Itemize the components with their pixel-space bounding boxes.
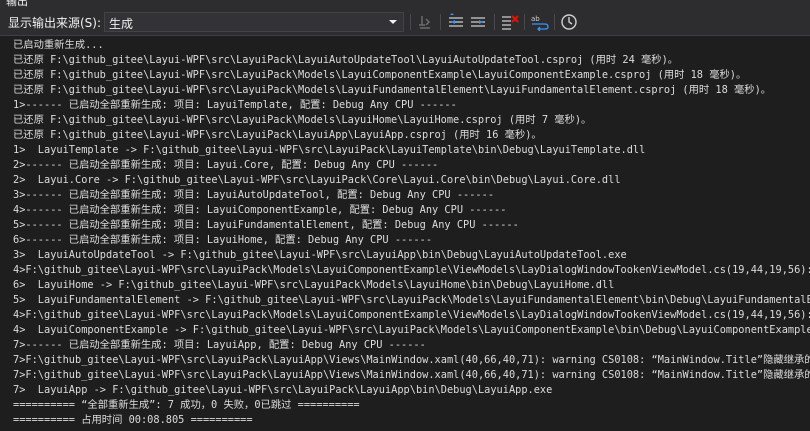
output-line: 6>------ 已启动全部重新生成: 项目: LayuiHome, 配置: D… (13, 234, 433, 246)
chevron-down-icon (389, 20, 397, 24)
output-line: 7>------ 已启动全部重新生成: 项目: LayuiApp, 配置: De… (13, 339, 426, 351)
output-line: 3>------ 已启动全部重新生成: 项目: LayuiAutoUpdateT… (13, 189, 495, 201)
output-line: 6> LayuiHome -> F:\github_gitee\Layui-WP… (13, 279, 615, 291)
prev-message-icon[interactable] (446, 13, 466, 31)
output-line: ========== 占用时间 00:08.805 ========== (13, 414, 253, 426)
output-line: 2>------ 已启动全部重新生成: 项目: Layui.Core, 配置: … (13, 159, 439, 171)
output-source-value: 生成 (109, 17, 134, 31)
toolbar-separator (494, 14, 495, 30)
output-line: 4>F:\github_gitee\Layui-WPF\src\LayuiPac… (13, 309, 810, 321)
output-line: 4>F:\github_gitee\Layui-WPF\src\LayuiPac… (13, 264, 810, 276)
output-line: 已还原 F:\github_gitee\Layui-WPF\src\LayuiP… (13, 129, 542, 141)
svg-text:ab: ab (531, 15, 540, 23)
output-line: 已还原 F:\github_gitee\Layui-WPF\src\LayuiP… (13, 54, 679, 66)
toolbar-separator (440, 14, 441, 30)
toolbar-separator (410, 14, 411, 30)
find-message-icon[interactable] (416, 13, 436, 31)
output-line: 已还原 F:\github_gitee\Layui-WPF\src\LayuiP… (13, 114, 592, 126)
output-line: 3> LayuiAutoUpdateTool -> F:\github_gite… (13, 249, 627, 261)
next-message-icon[interactable] (468, 13, 488, 31)
window-title: 输出 (6, 0, 28, 8)
output-line: 7>F:\github_gitee\Layui-WPF\src\LayuiPac… (13, 369, 810, 381)
toolbar-separator (524, 14, 525, 30)
output-window-titlebar: 输出 (0, 0, 810, 8)
output-line: 7>F:\github_gitee\Layui-WPF\src\LayuiPac… (13, 354, 810, 366)
output-line: 2> Layui.Core -> F:\github_gitee\Layui-W… (13, 174, 621, 186)
output-line: 7> LayuiApp -> F:\github_gitee\Layui-WPF… (13, 384, 553, 396)
output-text-area[interactable]: 已启动重新生成... 已还原 F:\github_gitee\Layui-WPF\… (0, 36, 810, 431)
output-line: 5> LayuiFundamentalElement -> F:\github_… (13, 294, 810, 306)
word-wrap-icon[interactable]: ab (530, 13, 550, 31)
output-line: 5>------ 已启动全部重新生成: 项目: LayuiFundamental… (13, 219, 519, 231)
output-line: 1>------ 已启动全部重新生成: 项目: LayuiTemplate, 配… (13, 99, 457, 111)
output-source-select[interactable]: 生成 (104, 12, 404, 32)
time-stamp-icon[interactable] (560, 13, 580, 31)
output-line: 已还原 F:\github_gitee\Layui-WPF\src\LayuiP… (13, 84, 772, 96)
output-line: ========== “全部重新生成”: 7 成功，0 失败，0已跳过 ====… (13, 399, 360, 411)
output-line: 4> LayuiComponentExample -> F:\github_gi… (13, 324, 810, 336)
output-line: 已启动重新生成... (13, 39, 104, 51)
toolbar-separator (554, 14, 555, 30)
clear-all-icon[interactable] (500, 13, 520, 31)
output-line: 已还原 F:\github_gitee\Layui-WPF\src\LayuiP… (13, 69, 747, 81)
output-line: 1> LayuiTemplate -> F:\github_gitee\Layu… (13, 144, 646, 156)
output-source-label: 显示输出来源(S): (8, 16, 102, 30)
output-line: 4>------ 已启动全部重新生成: 项目: LayuiComponentEx… (13, 204, 507, 216)
output-toolbar: 显示输出来源(S): 生成 ab (0, 8, 810, 36)
